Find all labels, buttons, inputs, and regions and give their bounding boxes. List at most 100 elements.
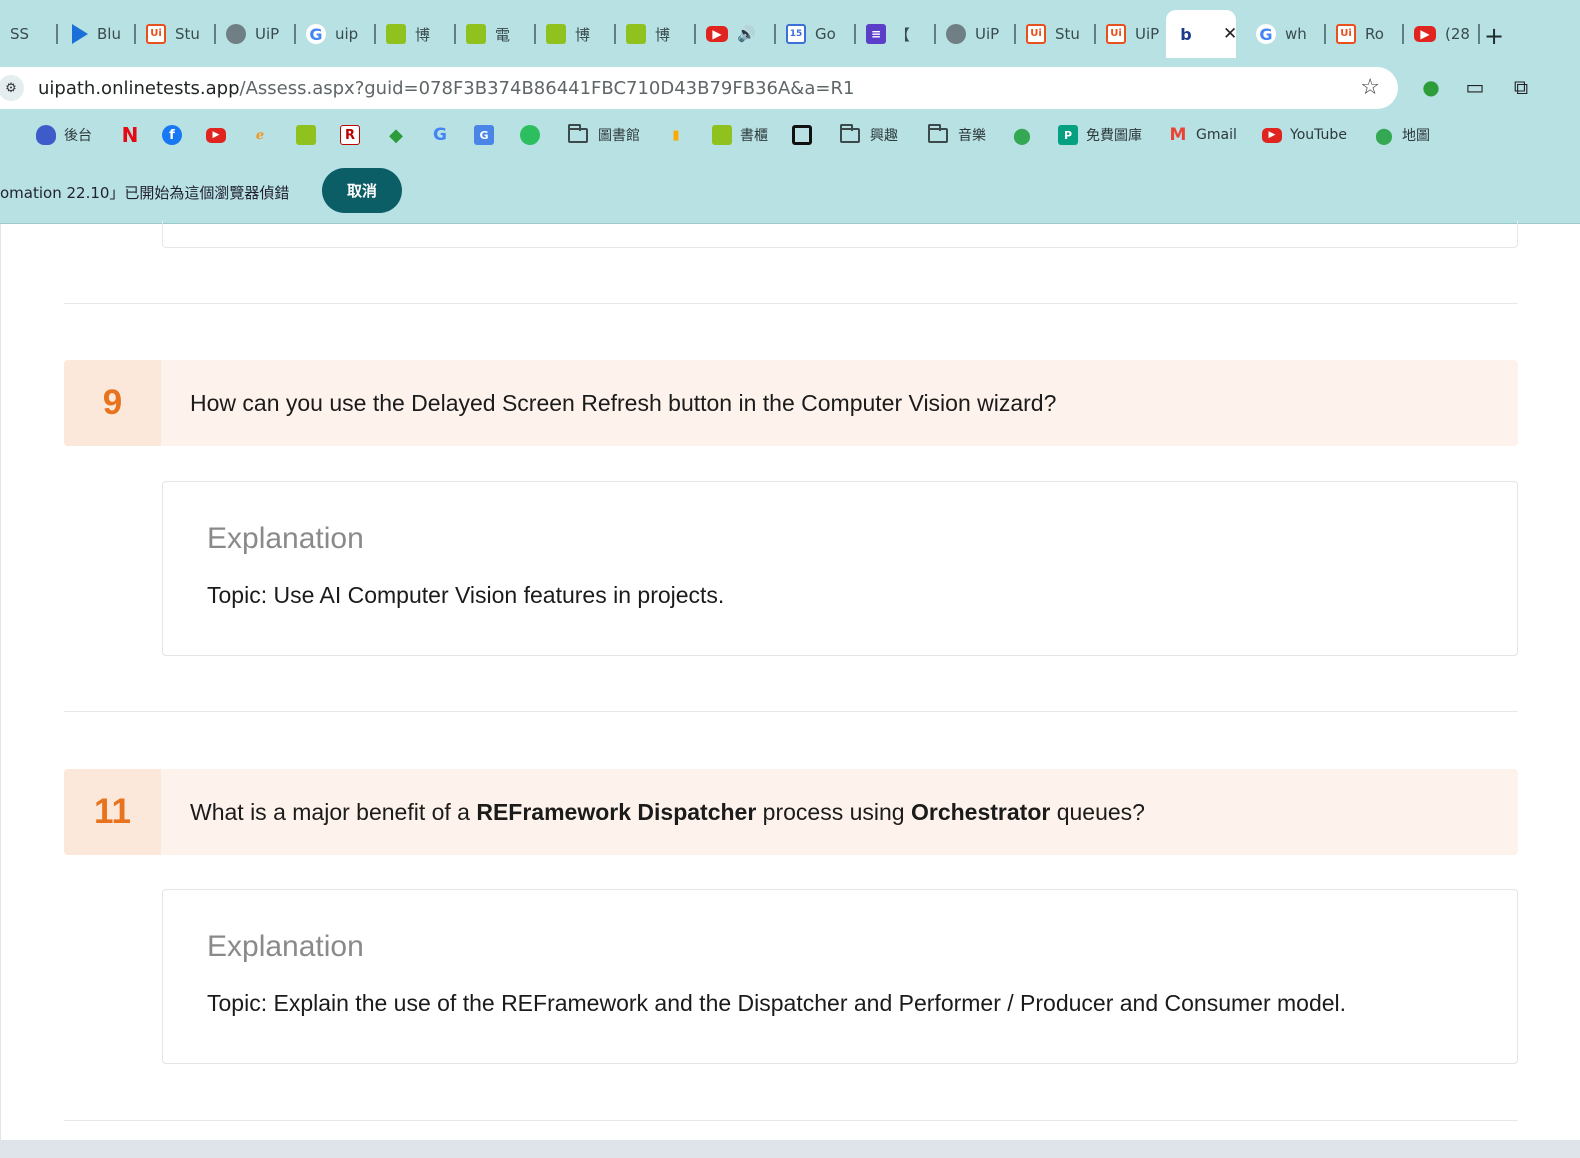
explanation-title: Explanation	[207, 930, 364, 963]
browser-tab[interactable]: Blu	[58, 10, 136, 58]
close-tab-icon[interactable]: ✕	[1223, 24, 1236, 44]
bookmark-item[interactable]	[520, 122, 548, 148]
analytics-icon: ▮	[672, 127, 680, 143]
browser-tab[interactable]: G uip	[296, 10, 376, 58]
browser-tab[interactable]: Ui UiP	[1096, 10, 1166, 58]
cast-icon[interactable]: ▭	[1462, 74, 1488, 100]
explanation-topic: Topic: Use AI Computer Vision features i…	[207, 582, 725, 608]
bookmark-item[interactable]: N	[120, 122, 148, 148]
browser-tab[interactable]: G wh	[1246, 10, 1326, 58]
bookmark-item[interactable]	[296, 122, 324, 148]
explanation-card: Explanation Topic: Explain the use of th…	[162, 889, 1518, 1064]
bookmark-item[interactable]: ◆	[386, 122, 414, 148]
browser-tab[interactable]: Ui Stu	[1016, 10, 1096, 58]
previous-explanation-card	[162, 220, 1518, 248]
orange-swirl-icon: ℯ	[255, 127, 265, 143]
globe-icon	[946, 24, 966, 44]
facebook-icon: f	[162, 125, 182, 145]
browser-tab[interactable]: ▶ 🔊	[696, 10, 776, 58]
bookmark-item[interactable]: P 免費圖庫	[1058, 122, 1142, 148]
green-book-icon	[546, 24, 566, 44]
tab-label: uip	[335, 25, 359, 43]
browser-tab[interactable]: Ui Ro	[1326, 10, 1404, 58]
green-book-icon	[466, 24, 486, 44]
divider	[64, 303, 1518, 304]
google-icon: G	[306, 24, 326, 44]
question-row: 11 What is a major benefit of a REFramew…	[64, 769, 1518, 855]
bookmark-item[interactable]: ⬤ 地圖	[1374, 122, 1430, 148]
question-number: 11	[64, 769, 161, 855]
browser-tab[interactable]: Ui Stu	[136, 10, 216, 58]
browser-tab[interactable]: 電	[456, 10, 536, 58]
tab-label: UiP	[1135, 25, 1160, 43]
bookmark-item[interactable]: 後台	[36, 122, 92, 148]
bookmark-folder[interactable]: 音樂	[928, 122, 986, 148]
translate-icon: G	[474, 125, 494, 145]
browser-tab[interactable]: UiP	[216, 10, 296, 58]
extensions-icon[interactable]: ⧉	[1508, 74, 1534, 100]
uipath-icon: Ui	[1026, 24, 1046, 44]
horizontal-scrollbar[interactable]	[0, 1140, 1580, 1158]
bookmark-item[interactable]: ▶	[206, 122, 234, 148]
browser-tab[interactable]: 博	[616, 10, 696, 58]
tab-label: 博	[415, 25, 431, 44]
tab-label: 【	[895, 25, 911, 44]
bing-icon: b	[1176, 24, 1196, 44]
green-book-icon	[626, 24, 646, 44]
tab-label: Ro	[1365, 25, 1384, 43]
uipath-icon: Ui	[1336, 24, 1356, 44]
tab-label: Blu	[97, 25, 121, 43]
tab-label: (28	[1445, 25, 1470, 43]
bookmark-folder[interactable]: 圖書館	[568, 122, 640, 148]
explanation-topic: Topic: Explain the use of the REFramewor…	[207, 990, 1347, 1016]
debug-infobar: omation 22.10」已開始為這個瀏覽器偵錯 取消	[0, 168, 1580, 216]
address-bar[interactable]: ⚙ uipath.onlinetests.app/Assess.aspx?gui…	[0, 67, 1398, 109]
bookmark-item[interactable]: 書櫃	[712, 122, 768, 148]
uipath-icon: Ui	[146, 24, 166, 44]
browser-tab[interactable]: SS	[0, 10, 58, 58]
bookmark-item[interactable]: R	[340, 122, 368, 148]
uipath-icon: Ui	[1106, 24, 1126, 44]
bookmark-item[interactable]: f	[162, 122, 190, 148]
bookmark-folder[interactable]: 興趣	[840, 122, 898, 148]
bookmark-item[interactable]: G	[430, 122, 458, 148]
folder-icon	[928, 123, 948, 143]
green-book-icon	[386, 24, 406, 44]
tab-label: UiP	[255, 25, 280, 43]
browser-tab[interactable]: ▶ (28	[1404, 10, 1480, 58]
discord-icon	[36, 125, 56, 145]
bookmark-item[interactable]: M Gmail	[1168, 122, 1237, 148]
new-tab-button[interactable]: +	[1484, 22, 1504, 50]
tab-label: Stu	[175, 25, 200, 43]
browser-tab[interactable]: UiP	[936, 10, 1016, 58]
tab-label: 電	[495, 25, 511, 44]
site-info-icon[interactable]: ⚙	[0, 75, 24, 101]
youtube-icon: ▶	[706, 26, 728, 42]
bookmark-item[interactable]: G	[474, 122, 502, 148]
google-icon: G	[1256, 24, 1276, 44]
bookmark-star-icon[interactable]: ☆	[1360, 75, 1380, 100]
bookmark-item[interactable]: ▮	[666, 122, 694, 148]
bookmark-item[interactable]	[792, 122, 820, 148]
browser-tab-active[interactable]: b ✕	[1166, 10, 1236, 58]
calendar-icon: 15	[786, 24, 806, 44]
infobar-text: omation 22.10」已開始為這個瀏覽器偵錯	[0, 184, 290, 202]
browser-chrome: SS Blu Ui Stu UiP G uip 博 電 博 博 ▶ 🔊 15 G…	[0, 0, 1580, 224]
azure-arrow-icon	[72, 24, 88, 44]
square-icon	[792, 125, 812, 145]
browser-tab[interactable]: 15 Go	[776, 10, 856, 58]
evernote-icon	[520, 125, 540, 145]
browser-tab[interactable]: ≡ 【	[856, 10, 936, 58]
evernote-extension-icon[interactable]: ●	[1418, 74, 1444, 100]
browser-tab[interactable]: 博	[536, 10, 616, 58]
bookmark-item[interactable]: ▶ YouTube	[1262, 122, 1347, 148]
bookmark-item[interactable]: ⬤	[1012, 122, 1040, 148]
browser-tab[interactable]: 博	[376, 10, 456, 58]
bookmark-item[interactable]: ℯ	[250, 122, 278, 148]
tab-label: UiP	[975, 25, 1000, 43]
cancel-button[interactable]: 取消	[322, 168, 402, 213]
speaker-icon: 🔊	[737, 25, 756, 43]
netflix-icon: N	[121, 123, 139, 147]
url-text[interactable]: uipath.onlinetests.app/Assess.aspx?guid=…	[38, 78, 854, 99]
tab-label: Stu	[1055, 25, 1080, 43]
